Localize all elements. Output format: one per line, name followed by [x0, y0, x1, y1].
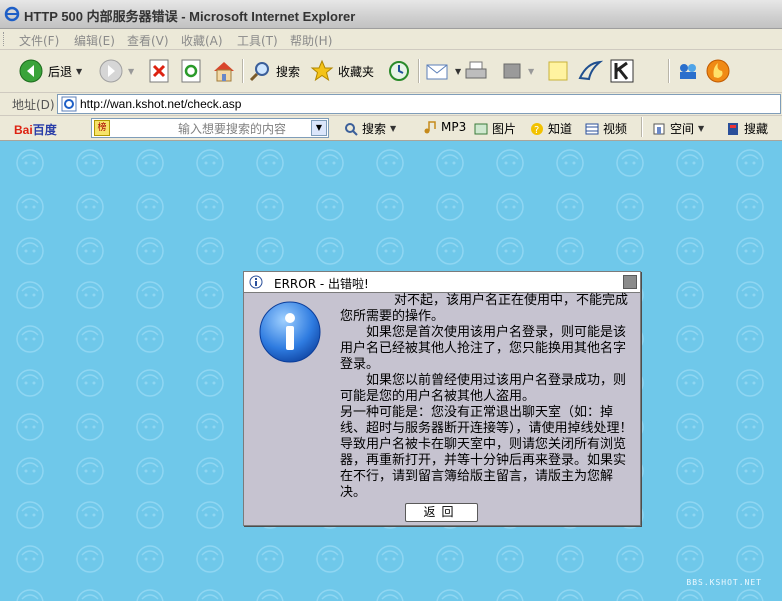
svg-text:?: ? [534, 125, 539, 136]
baidu-zhidao-button[interactable]: ? 知道 [530, 120, 572, 137]
search-button[interactable]: 搜索 [248, 57, 300, 85]
question-icon: ? [531, 122, 543, 136]
k-logo-icon [610, 59, 634, 83]
stop-button[interactable] [148, 57, 170, 85]
dialog-close-icon[interactable] [623, 275, 637, 289]
address-bar: 地址(D) http://wan.kshot.net/check.asp [0, 93, 782, 116]
history-button[interactable] [387, 57, 411, 85]
messenger-button[interactable] [577, 57, 603, 85]
message-line: 如果您是首次使用该用户名登录，则可能是该用户名已经被其他人抢注了，您只能换用其他… [340, 325, 627, 372]
refresh-button[interactable] [180, 57, 202, 85]
menu-tools[interactable]: 工具(T) [237, 32, 278, 49]
people-icon [680, 64, 696, 79]
toolbar-separator [668, 59, 670, 83]
window-titlebar: HTTP 500 内部服务器错误 - Microsoft Internet Ex… [0, 0, 782, 29]
back-button[interactable]: 后退 ▼ [18, 57, 82, 85]
baidu-search-placeholder: 输入想要搜索的内容 [178, 122, 287, 136]
hot-list-icon[interactable]: 榜 [94, 120, 110, 136]
info-icon [259, 301, 321, 363]
forward-dropdown-icon[interactable]: ▼ [128, 67, 134, 76]
mail-dropdown-icon[interactable]: ▼ [455, 67, 461, 76]
search-dropdown-icon[interactable]: ▼ [390, 124, 396, 133]
message-line: 如果您以前曾经使用过该用户名登录成功，则可能是您的用户名被其他人盗用。 [340, 373, 627, 404]
address-label: 地址(D) [12, 98, 55, 112]
menu-view[interactable]: 查看(V) [127, 32, 169, 49]
forward-button[interactable]: ▼ [98, 57, 134, 85]
message-line: 另一种可能是：您没有正常退出聊天室（如：掉线、超时与服务器断开连接等），请使用掉… [340, 405, 633, 500]
note-icon [548, 61, 568, 81]
dialog-message: 对不起，该用户名正在使用中，不能完成您所需要的操作。 如果您是首次使用该用户名登… [340, 293, 635, 501]
edit-dropdown-icon[interactable]: ▼ [528, 67, 534, 76]
menu-file[interactable]: 文件(F) [19, 32, 59, 49]
collect-icon [728, 122, 738, 135]
baidu-mp3-button[interactable]: MP3 [423, 120, 466, 134]
baidu-logo[interactable]: Bai百度 [14, 121, 57, 138]
dialog-titlebar: ERROR - 出错啦! [244, 272, 640, 293]
music-icon [424, 121, 436, 134]
mail-icon [426, 64, 448, 80]
site-watermark: BBS.KSHOT.NET [686, 578, 762, 587]
back-dropdown-icon[interactable]: ▼ [76, 67, 82, 76]
baidu-video-button[interactable]: 视频 [585, 120, 627, 137]
menu-edit[interactable]: 编辑(E) [74, 32, 115, 49]
messenger2-button[interactable] [675, 57, 701, 85]
space-icon [653, 123, 665, 134]
history-icon [389, 61, 409, 81]
film-icon [585, 123, 599, 134]
toolbar-separator [418, 59, 420, 83]
baidu-separator [641, 117, 643, 137]
menu-favorites[interactable]: 收藏(A) [181, 32, 223, 49]
k-button[interactable] [610, 57, 634, 85]
refresh-icon [181, 59, 201, 83]
mail-button[interactable]: ▼ [425, 57, 461, 85]
addon-button[interactable] [705, 57, 731, 85]
menu-help[interactable]: 帮助(H) [290, 32, 332, 49]
space-dropdown-icon[interactable]: ▼ [698, 124, 704, 133]
page-icon [61, 96, 77, 112]
forward-arrow-icon [99, 59, 123, 83]
address-field[interactable]: http://wan.kshot.net/check.asp [57, 94, 781, 114]
discuss-button[interactable] [546, 57, 570, 85]
back-dialog-button[interactable]: 返回 [405, 503, 478, 522]
back-arrow-icon [19, 59, 43, 83]
star-icon [310, 59, 334, 82]
toolbar-separator [242, 59, 244, 83]
baidu-collect-button[interactable]: 搜藏 [726, 120, 768, 137]
favorites-button[interactable]: 收藏夹 [310, 57, 374, 85]
print-button[interactable] [463, 57, 489, 85]
baidu-search-dropdown-icon[interactable]: ▼ [311, 120, 327, 136]
stop-icon [149, 59, 169, 83]
window-title: HTTP 500 内部服务器错误 - Microsoft Internet Ex… [24, 9, 356, 24]
edit-icon [503, 63, 521, 79]
error-dialog: ERROR - 出错啦! 对不起，该用户名正在使用中，不能完成您所需要的操作。 … [243, 271, 641, 526]
ie-logo-icon [4, 6, 20, 22]
picture-icon [474, 123, 488, 134]
home-button[interactable] [211, 57, 237, 85]
baidu-image-button[interactable]: 图片 [474, 120, 516, 137]
dialog-title: ERROR - 出错啦! [274, 277, 369, 291]
menu-bar: 文件(F) 编辑(E) 查看(V) 收藏(A) 工具(T) 帮助(H) [0, 29, 782, 50]
baidu-search-input[interactable]: 榜 输入想要搜索的内容 ▼ [91, 118, 329, 138]
baidu-search-button[interactable]: 搜索 ▼ [344, 120, 396, 137]
info-small-icon [249, 275, 263, 289]
search-icon [249, 62, 269, 82]
page-content: ERROR - 出错啦! 对不起，该用户名正在使用中，不能完成您所需要的操作。 … [0, 141, 782, 601]
bird-icon [578, 60, 603, 81]
standard-toolbar: 后退 ▼ ▼ 搜索 收藏夹 ▼ ▼ [0, 50, 782, 93]
baidu-toolbar: Bai百度 榜 输入想要搜索的内容 ▼ 搜索 ▼ MP3 图片 ? 知道 视频 … [0, 116, 782, 141]
home-icon [214, 62, 234, 82]
message-line: 对不起，该用户名正在使用中，不能完成您所需要的操作。 [340, 293, 629, 324]
flame-icon [706, 59, 730, 83]
baidu-space-button[interactable]: 空间 ▼ [652, 120, 704, 137]
printer-icon [465, 61, 487, 79]
menu-grip [3, 32, 7, 46]
address-url[interactable]: http://wan.kshot.net/check.asp [80, 97, 241, 111]
magnifier-icon [345, 122, 358, 136]
edit-button[interactable]: ▼ [500, 57, 534, 85]
